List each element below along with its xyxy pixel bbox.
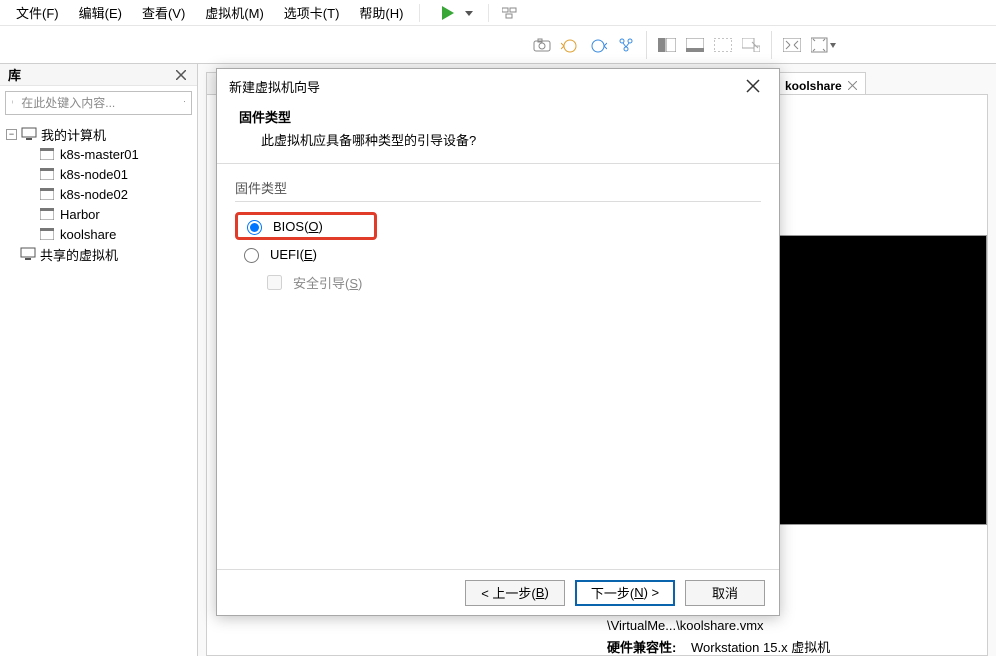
sidebar-search[interactable] [5,91,192,115]
dialog-title: 新建虚拟机向导 [229,77,320,96]
menu-separator-2 [488,4,489,22]
snapshot-manage-icon[interactable] [584,32,612,58]
view-single-icon[interactable] [681,32,709,58]
tab-close-icon[interactable] [848,79,857,93]
tree-vm-item[interactable]: k8s-node01 [24,164,193,184]
tree-vm-label: koolshare [60,227,116,242]
tree-vm-label: Harbor [60,207,100,222]
menu-tabs[interactable]: 选项卡(T) [276,0,348,25]
tree-vm-item[interactable]: k8s-master01 [24,144,193,164]
sidebar-search-input[interactable] [19,93,178,113]
tree-shared-label: 共享的虚拟机 [40,245,118,264]
checkbox-secure-boot [267,275,282,290]
firmware-option-bios[interactable]: BIOS(O) [235,212,377,240]
tree-vm-item[interactable]: Harbor [24,204,193,224]
wizard-next-button[interactable]: 下一步(N) > [575,580,675,606]
tree-expander-icon[interactable]: − [6,129,17,140]
snapshot-tree-icon[interactable] [612,32,640,58]
menu-help[interactable]: 帮助(H) [351,0,411,25]
dialog-close-button[interactable] [739,74,767,98]
menu-edit[interactable]: 编辑(E) [71,0,130,25]
tree-root-label: 我的计算机 [41,125,106,144]
firmware-option-uefi[interactable]: UEFI(E) [235,240,761,268]
power-on-button[interactable] [434,0,462,26]
view-thumbnail-icon[interactable] [653,32,681,58]
sidebar-title: 库 [8,65,21,84]
library-sidebar: 库 − 我的计算机 k8s-master01 [0,64,198,656]
toolbar-separator [646,31,647,59]
checkbox-secure-boot-label: 安全引导(S) [293,273,362,292]
tree-shared-vms[interactable]: 共享的虚拟机 [4,244,193,264]
toolbar-separator-2 [771,31,772,59]
vm-config-path: \VirtualMe...\koolshare.vmx [607,615,764,637]
tree-vm-label: k8s-node02 [60,187,128,202]
snapshot-revert-icon[interactable] [556,32,584,58]
computer-icon [21,127,37,141]
view-console-icon[interactable] [709,32,737,58]
vm-icon [40,168,54,180]
dialog-subheading: 此虚拟机应具备哪种类型的引导设备? [239,126,757,149]
group-label-firmware: 固件类型 [235,178,761,197]
prop-compat-value: Workstation 15.x 虚拟机 [691,637,830,656]
menu-separator [419,4,420,22]
snapshot-take-icon[interactable] [528,32,556,58]
tree-vm-item[interactable]: koolshare [24,224,193,244]
power-dropdown[interactable] [464,0,474,26]
tab-label: koolshare [785,79,842,93]
group-divider [235,201,761,202]
new-vm-wizard-dialog: 新建虚拟机向导 固件类型 此虚拟机应具备哪种类型的引导设备? 固件类型 BIOS… [216,68,780,616]
vm-icon [40,228,54,240]
radio-uefi[interactable] [244,248,259,263]
wizard-back-button[interactable]: < 上一步(B) [465,580,565,606]
vm-icon [40,148,54,160]
send-ctrl-alt-del-button[interactable] [497,0,525,26]
view-unity-icon[interactable] [737,32,765,58]
vm-icon [40,208,54,220]
tree-vm-label: k8s-master01 [60,147,139,162]
tree-vm-label: k8s-node01 [60,167,128,182]
tree-vm-item[interactable]: k8s-node02 [24,184,193,204]
vm-properties: \VirtualMe...\koolshare.vmx 硬件兼容性: Works… [607,615,977,656]
secure-boot-option: 安全引导(S) [235,268,761,296]
shared-icon [20,247,36,261]
tree-root-my-computer[interactable]: − 我的计算机 [4,124,193,144]
menu-vm[interactable]: 虚拟机(M) [197,0,272,25]
menu-bar: 文件(F) 编辑(E) 查看(V) 虚拟机(M) 选项卡(T) 帮助(H) [0,0,996,26]
dialog-heading: 固件类型 [239,107,757,126]
vm-icon [40,188,54,200]
wizard-cancel-button[interactable]: 取消 [685,580,765,606]
enter-fullscreen-dropdown[interactable] [806,32,842,58]
fullscreen-icon[interactable] [778,32,806,58]
prop-compat-key: 硬件兼容性: [607,637,685,656]
radio-bios[interactable] [247,220,262,235]
toolbar [0,26,996,64]
search-dropdown-icon[interactable] [184,99,185,107]
menu-file[interactable]: 文件(F) [8,0,67,25]
radio-bios-label: BIOS(O) [273,219,323,234]
menu-view[interactable]: 查看(V) [134,0,193,25]
sidebar-close-icon[interactable] [173,67,189,83]
radio-uefi-label: UEFI(E) [270,247,317,262]
search-icon [12,97,13,110]
